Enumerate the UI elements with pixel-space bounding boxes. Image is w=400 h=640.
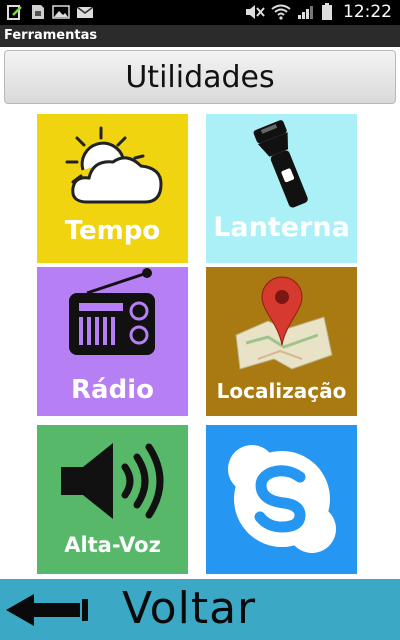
voltar-button[interactable]: Voltar: [0, 579, 400, 640]
tile-tempo[interactable]: Tempo: [37, 114, 188, 263]
tile-radio[interactable]: Rádio: [37, 267, 188, 416]
radio-icon: [69, 268, 155, 355]
signal-icon: [298, 6, 313, 19]
flashlight-icon: [253, 120, 308, 208]
tile-label-alta-voz: Alta-Voz: [64, 533, 161, 557]
skype-icon: [228, 445, 336, 553]
sim-icon: [32, 5, 44, 19]
status-left-icons: [6, 3, 94, 21]
mute-icon: [246, 5, 265, 19]
tile-label-tempo: Tempo: [64, 216, 161, 246]
tile-label-radio: Rádio: [71, 375, 154, 405]
wifi-icon: [271, 4, 291, 20]
voltar-label: Voltar: [122, 583, 257, 634]
app-title: Ferramentas: [0, 25, 400, 47]
back-arrow-icon: [6, 594, 88, 626]
tile-alta-voz[interactable]: Alta-Voz: [37, 425, 188, 574]
mail-icon: [76, 6, 94, 18]
tile-skype[interactable]: [206, 425, 357, 574]
tile-localizacao[interactable]: Localização: [206, 267, 357, 416]
status-time: 12:22: [343, 2, 392, 22]
tile-lanterna[interactable]: Lanterna: [206, 114, 357, 263]
status-right-icons: 12:22: [245, 2, 392, 22]
tile-label-lanterna: Lanterna: [213, 212, 350, 243]
battery-icon: [322, 3, 332, 20]
speaker-icon: [61, 443, 164, 519]
image-icon: [52, 5, 70, 19]
tile-label-localizacao: Localização: [216, 379, 347, 403]
edit-icon: [7, 5, 22, 20]
header-label: Utilidades: [125, 59, 275, 95]
status-bar: 12:22: [0, 0, 400, 25]
header-button[interactable]: Utilidades: [4, 50, 396, 104]
map-pin-icon: [235, 276, 333, 370]
weather-icon: [65, 126, 163, 204]
